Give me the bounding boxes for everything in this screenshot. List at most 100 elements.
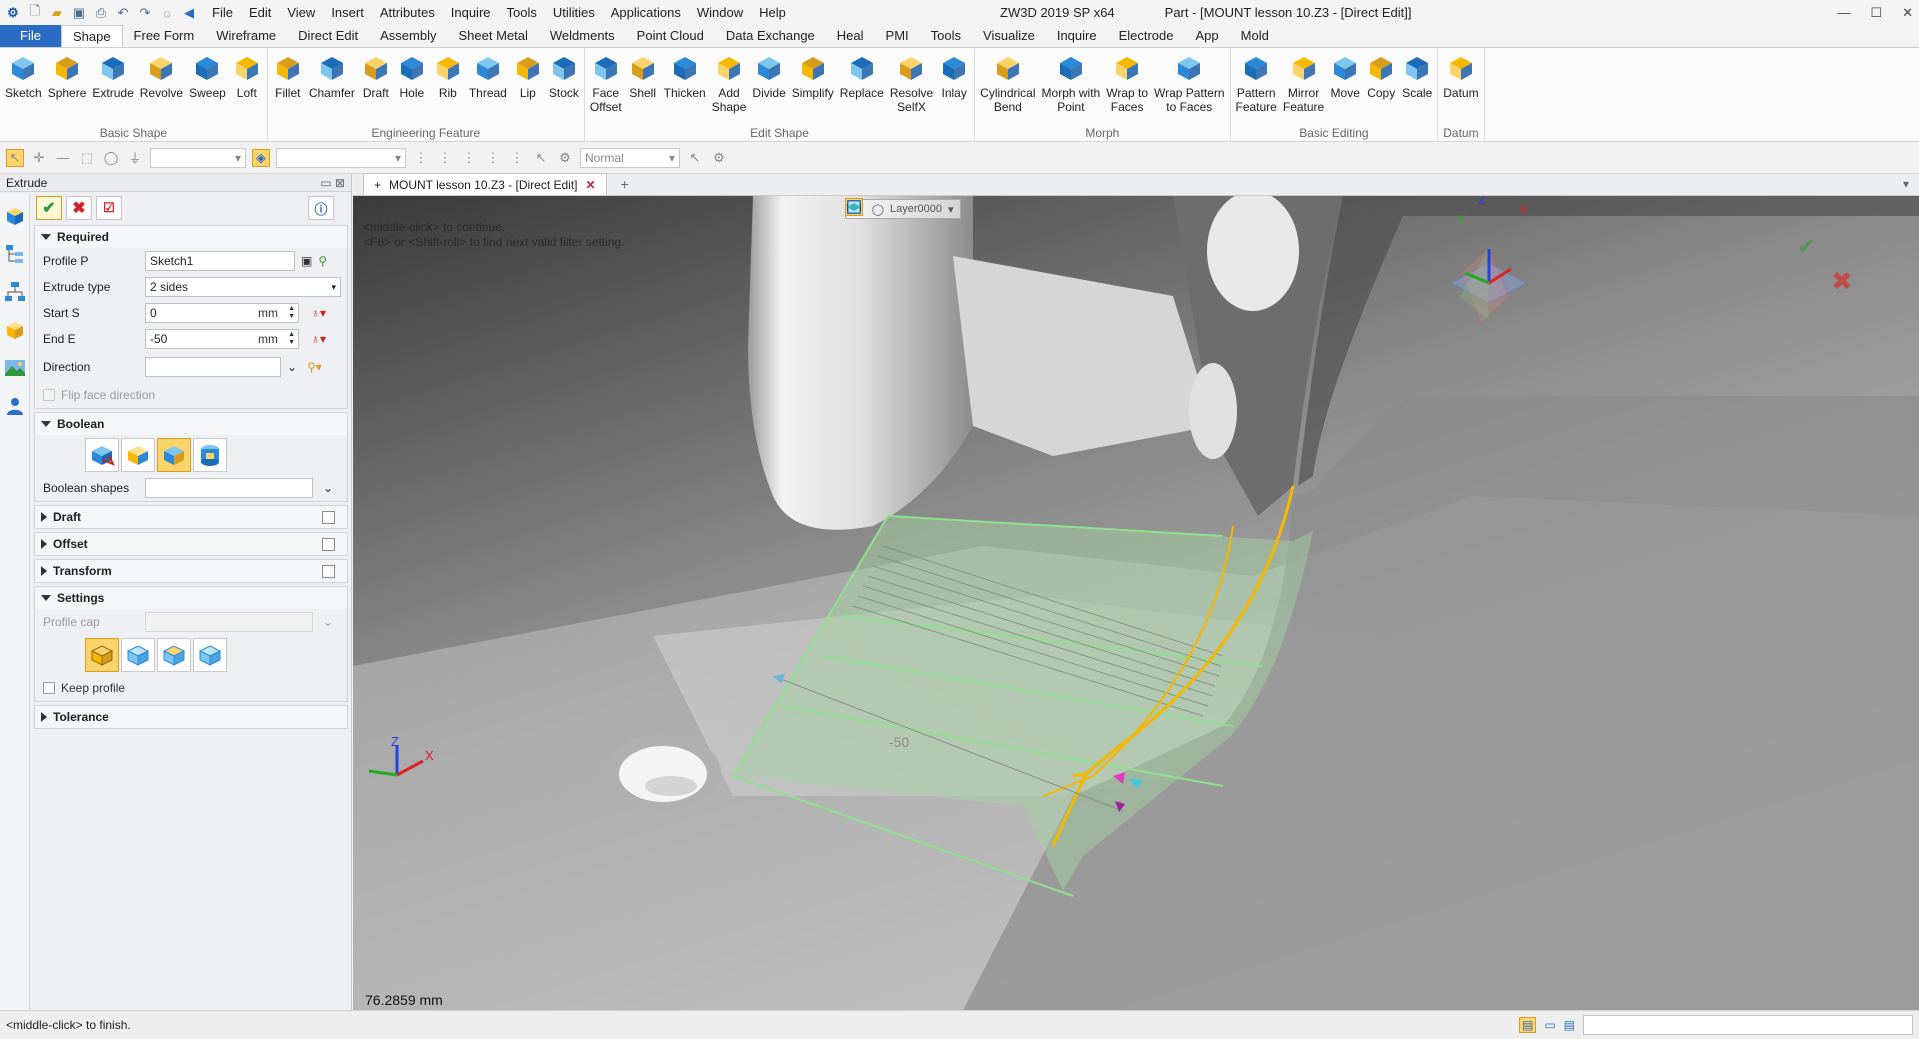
doc-tab-mount[interactable]: + MOUNT lesson 10.Z3 - [Direct Edit] ✕ (363, 173, 607, 195)
print-icon[interactable]: ⎙ (92, 4, 110, 22)
close-icon[interactable]: ✕ (1902, 0, 1913, 26)
dynamic-drag-icon[interactable]: ♁▾ (311, 306, 326, 320)
menu-view[interactable]: View (279, 0, 323, 26)
panel-pin-icon[interactable]: ▭ ⊠ (320, 176, 345, 190)
save-icon[interactable]: ▣ (70, 4, 88, 22)
menu-edit[interactable]: Edit (241, 0, 279, 26)
pick-cursor-icon[interactable]: ↖ (6, 148, 24, 167)
extrude-type-select[interactable]: 2 sides ▾ (145, 277, 341, 297)
hierarchy-icon[interactable] (3, 280, 27, 304)
cap-start-button[interactable] (157, 638, 191, 672)
feature-filter-icon[interactable]: ◈ (252, 148, 270, 167)
tab-weldments[interactable]: Weldments (539, 25, 626, 47)
transform-checkbox[interactable] (322, 565, 335, 578)
select-mode-icon[interactable]: ◌ (158, 4, 176, 22)
dynamic-drag-icon[interactable]: ♁▾ (311, 332, 326, 346)
zw3d-logo-icon[interactable]: ⚙ (4, 4, 22, 22)
draft-checkbox[interactable] (322, 511, 335, 524)
double-chevron-icon[interactable]: ⌄ (323, 481, 333, 495)
snap-icon-5[interactable]: ⋮ (508, 149, 526, 167)
status-screen-icon[interactable]: ▭ (1544, 1018, 1555, 1032)
keep-profile-checkbox[interactable]: Keep profile (43, 681, 125, 695)
box-select-icon[interactable]: ⬚ (78, 149, 96, 167)
menu-utilities[interactable]: Utilities (545, 0, 603, 26)
start-input[interactable]: 0 mm ▲ ▼ (145, 303, 299, 323)
profile-input[interactable]: Sketch1 (145, 251, 295, 271)
tab-file[interactable]: File (0, 25, 61, 47)
redo-icon[interactable]: ↷ (136, 4, 154, 22)
box-icon[interactable] (3, 318, 27, 342)
tab-app[interactable]: App (1185, 25, 1230, 47)
menu-inquire[interactable]: Inquire (443, 0, 499, 26)
menu-tools[interactable]: Tools (499, 0, 545, 26)
spinner-icon[interactable]: ▲ ▼ (288, 331, 295, 347)
section-header-draft[interactable]: Draft (35, 506, 347, 528)
tab-point-cloud[interactable]: Point Cloud (626, 25, 715, 47)
part-icon[interactable] (3, 204, 27, 228)
section-header-required[interactable]: Required (35, 226, 347, 248)
dimension-value[interactable]: -50 (889, 734, 909, 750)
boolean-add-button[interactable] (121, 438, 155, 472)
undo-icon[interactable]: ↶ (114, 4, 132, 22)
tab-data-exchange[interactable]: Data Exchange (715, 25, 826, 47)
image-icon[interactable] (3, 356, 27, 380)
tab-heal[interactable]: Heal (826, 25, 875, 47)
tab-visualize[interactable]: Visualize (972, 25, 1046, 47)
tab-shape[interactable]: Shape (60, 25, 123, 47)
cursor-icon[interactable]: ↖ (686, 149, 704, 167)
menu-attributes[interactable]: Attributes (372, 0, 443, 26)
render-mode-icon[interactable]: ⚙ (556, 149, 574, 167)
user-icon[interactable] (3, 394, 27, 418)
menu-help[interactable]: Help (751, 0, 794, 26)
pick-profile-icon[interactable]: ⚲ (318, 254, 327, 268)
filter-icon[interactable]: ⏚ (126, 149, 144, 167)
section-header-transform[interactable]: Transform (35, 560, 347, 582)
tab-electrode[interactable]: Electrode (1108, 25, 1185, 47)
pick-minus-icon[interactable]: — (54, 149, 72, 167)
direction-input[interactable] (145, 357, 281, 377)
cancel-button[interactable]: ✖ (66, 196, 92, 220)
snap-icon-4[interactable]: ⋮ (484, 149, 502, 167)
snap-icon-2[interactable]: ⋮ (436, 149, 454, 167)
menu-file[interactable]: File (204, 0, 241, 26)
direction-pick-icon[interactable]: ⚲▾ (307, 360, 322, 374)
end-input[interactable]: -50 mm ▲ ▼ (145, 329, 299, 349)
tab-direct-edit[interactable]: Direct Edit (287, 25, 369, 47)
tab-tools[interactable]: Tools (920, 25, 972, 47)
status-window-icon[interactable]: ▤ (1564, 1018, 1575, 1032)
menu-window[interactable]: Window (689, 0, 751, 26)
confirm-check-icon[interactable]: ✔ (1797, 234, 1815, 260)
boolean-base-button[interactable] (85, 438, 119, 472)
cancel-x-icon[interactable]: ✖ (1831, 266, 1853, 297)
doc-tab-close-icon[interactable]: ✕ (586, 178, 596, 192)
3d-viewport[interactable]: 💡 ◯ Layer0000 ▾ <middle-click> to contin… (353, 196, 1919, 1010)
status-tree-icon[interactable]: ▤ (1518, 1017, 1537, 1033)
tab-free-form[interactable]: Free Form (123, 25, 206, 47)
offset-checkbox[interactable] (322, 538, 335, 551)
tab-inquire[interactable]: Inquire (1046, 25, 1108, 47)
new-tab-icon[interactable]: + (621, 173, 629, 195)
snap-icon-3[interactable]: ⋮ (460, 149, 478, 167)
cap-none-button[interactable] (85, 638, 119, 672)
double-chevron-icon[interactable]: ⌄ (287, 360, 297, 374)
tabs-menu-icon[interactable]: ▾ (1903, 177, 1909, 191)
apply-button[interactable]: ☑ (96, 196, 122, 220)
pointer-icon[interactable]: ↖ (532, 149, 550, 167)
open-file-icon[interactable]: ▰ (48, 4, 66, 22)
cap-end-button[interactable] (193, 638, 227, 672)
maximize-icon[interactable]: ☐ (1870, 0, 1882, 26)
profile-cap-input[interactable] (145, 612, 313, 632)
boolean-intersect-button[interactable] (193, 438, 227, 472)
gears-icon[interactable]: ⚙ (710, 149, 728, 167)
tab-pmi[interactable]: PMI (875, 25, 920, 47)
model-canvas[interactable] (353, 196, 1919, 1010)
menu-applications[interactable]: Applications (603, 0, 689, 26)
double-chevron-icon[interactable]: ⌄ (323, 615, 333, 629)
info-icon[interactable]: ⓘ (308, 196, 334, 220)
section-header-tolerance[interactable]: Tolerance (35, 706, 347, 728)
tab-sheet-metal[interactable]: Sheet Metal (448, 25, 539, 47)
shape-filter-combo[interactable]: ▾ (276, 147, 406, 168)
render-mode-combo[interactable]: Normal ▾ (580, 147, 680, 168)
tab-wireframe[interactable]: Wireframe (205, 25, 287, 47)
tree-icon[interactable] (3, 242, 27, 266)
